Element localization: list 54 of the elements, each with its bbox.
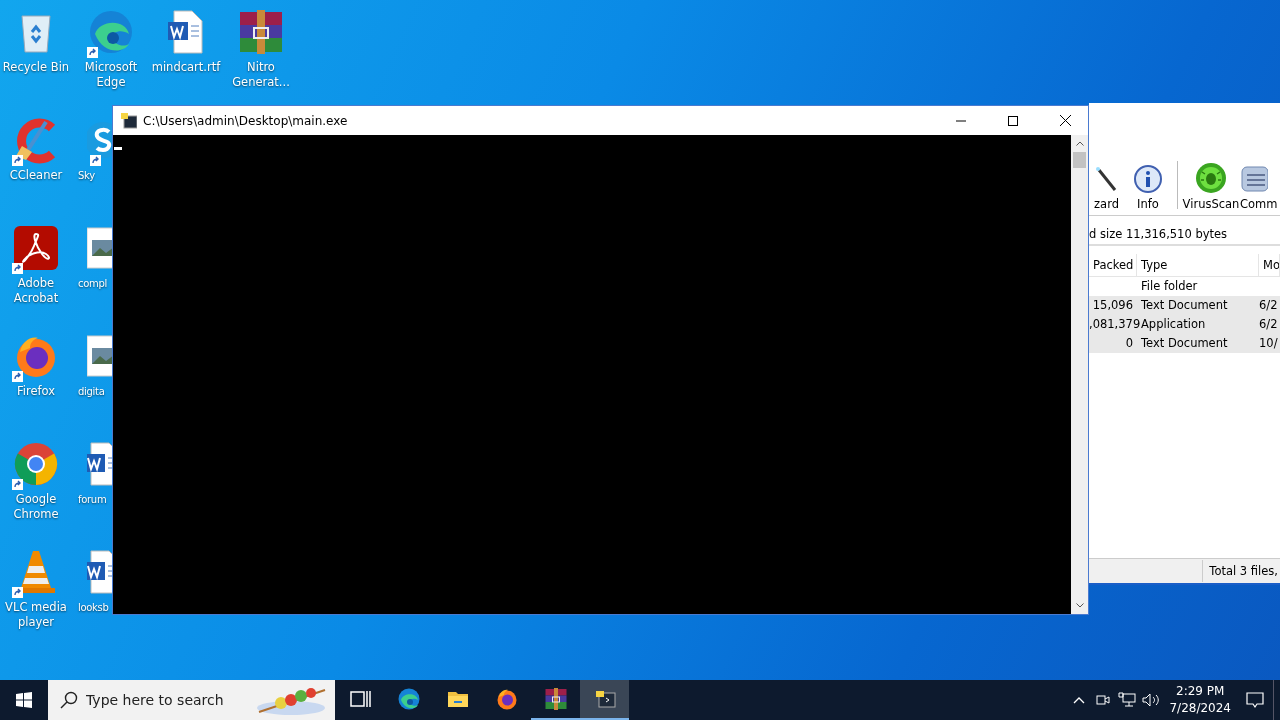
desktop-icon-label[interactable]: CCleaner [9, 168, 63, 183]
comment-icon [1240, 164, 1268, 194]
file-row[interactable]: File folder [1089, 277, 1280, 296]
file-row[interactable]: ,081,379Application 6/2 [1089, 315, 1280, 334]
windows-logo-icon [16, 692, 32, 708]
desktop-icon-label[interactable]: forum [78, 492, 107, 507]
desktop-icon-label[interactable]: compl [78, 276, 107, 291]
acrobat-icon [12, 224, 60, 272]
toolbar-button[interactable]: zard [1089, 155, 1119, 215]
desktop-icon-label[interactable]: Google Chrome [0, 492, 72, 522]
desktop-icon-label[interactable]: mindcart.rtf [151, 60, 221, 75]
console-app-icon [121, 112, 137, 129]
chevron-up-icon [1075, 141, 1084, 146]
toolbar-button[interactable]: VirusScan [1182, 155, 1240, 215]
clock[interactable]: 2:29 PM 7/28/2024 [1163, 680, 1237, 720]
info-icon [1133, 164, 1163, 194]
bug-icon [1195, 162, 1227, 194]
status-text: Total 3 files, [1202, 560, 1280, 582]
books-stack-icon [237, 8, 285, 56]
column-header[interactable]: Mo [1259, 254, 1280, 276]
search-icon [60, 691, 78, 709]
camera-icon [1095, 692, 1112, 708]
books-stack-icon [543, 687, 568, 711]
network-icon [1118, 692, 1137, 708]
edge-icon [87, 8, 135, 56]
desktop-icon-label[interactable]: Sky [78, 168, 95, 183]
desktop-icon-label[interactable]: Nitro Generat... [225, 60, 297, 90]
edge-icon [396, 687, 421, 711]
chevron-up-icon [1073, 696, 1086, 704]
desktop-icon-label[interactable]: Recycle Bin [2, 60, 70, 75]
file-row[interactable]: 15,096 Text Document 6/2 [1089, 296, 1280, 315]
toolbar-button[interactable]: Info [1119, 155, 1177, 215]
chrome-icon [12, 440, 60, 488]
magic-wand-icon [1095, 166, 1119, 194]
minimize-icon [956, 119, 966, 122]
maximize-icon [1008, 115, 1018, 126]
desktop-icon-label[interactable]: digita [78, 384, 105, 399]
speaker-icon [1142, 692, 1161, 708]
search-field[interactable]: Type here to search [48, 680, 335, 720]
desktop-icon-label[interactable]: Adobe Acrobat [0, 276, 72, 306]
scrollbar-thumb[interactable] [1073, 152, 1086, 168]
desktop-icon-label[interactable]: VLC media player [0, 600, 72, 630]
taskbar-app-button[interactable] [580, 680, 629, 720]
close-icon [1059, 115, 1071, 126]
window-title: C:\Users\admin\Desktop\main.exe [143, 113, 349, 128]
desktop-icon-label[interactable]: looksb [78, 600, 109, 615]
chevron-down-icon [1075, 603, 1084, 608]
file-row[interactable]: 0 Text Document 10/ [1089, 334, 1280, 353]
speech-bubble-icon [1246, 691, 1264, 709]
desktop-icon-label[interactable]: Firefox [16, 384, 56, 399]
desktop-icon-label[interactable]: Microsoft Edge [75, 60, 147, 90]
toolbar-button[interactable]: Comm [1240, 155, 1280, 215]
scrollbar[interactable] [1071, 135, 1088, 614]
column-header[interactable]: Type [1137, 254, 1259, 276]
